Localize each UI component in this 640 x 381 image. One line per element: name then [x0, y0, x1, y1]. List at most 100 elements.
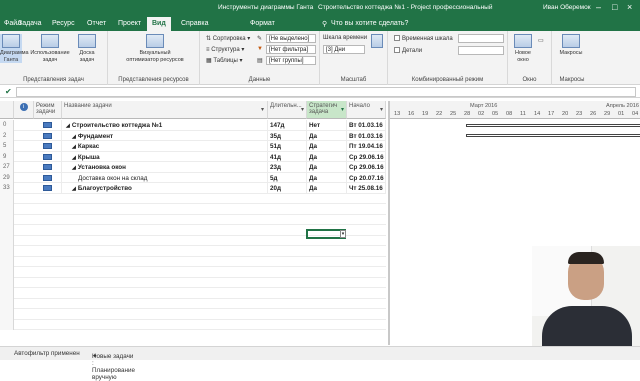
row-number[interactable]	[0, 193, 14, 204]
empty-row[interactable]	[14, 320, 386, 330]
filter-select[interactable]: [Нет фильтра]	[266, 45, 316, 54]
row-number[interactable]	[0, 246, 14, 257]
table-row[interactable]: Доставка окон на склад 5д Да Ср 20.07.16	[14, 172, 386, 183]
info-column-header[interactable]: i	[14, 101, 34, 119]
row-number[interactable]	[0, 288, 14, 299]
row-number[interactable]: 27	[0, 162, 14, 173]
empty-row[interactable]	[14, 278, 386, 288]
details-view-select[interactable]	[458, 46, 504, 55]
row-number[interactable]	[0, 214, 14, 225]
column-header-strategic[interactable]: Стратегич задача ▾	[307, 101, 347, 119]
tab-help[interactable]: Справка	[181, 20, 208, 27]
macros-button[interactable]: Макросы	[556, 34, 586, 57]
row-number[interactable]: 33	[0, 183, 14, 194]
gantt-summary-bar[interactable]	[466, 124, 640, 127]
dropdown-arrow-icon[interactable]: ▾	[261, 106, 264, 113]
table-row[interactable]: ◢ Благоустройство 20д Да Чт 25.08.16	[14, 183, 386, 194]
empty-row[interactable]	[14, 194, 386, 204]
row-number[interactable]	[0, 277, 14, 288]
row-number[interactable]	[0, 204, 14, 215]
table-row[interactable]: ◢ Фундамент 35д Да Вт 01.03.16	[14, 130, 386, 141]
maximize-icon[interactable]: □	[612, 2, 617, 12]
column-header-start[interactable]: Начало ▾	[347, 101, 386, 119]
task-mode-icon[interactable]	[34, 130, 62, 141]
column-header-duration[interactable]: Длительн... ▾	[268, 101, 307, 119]
empty-row[interactable]	[14, 309, 386, 320]
duration-cell[interactable]: 5д	[268, 172, 307, 183]
checkmark-icon[interactable]: ✔	[5, 87, 12, 96]
table-row[interactable]: ◢ Крыша 41д Да Ср 29.06.16	[14, 151, 386, 162]
column-header-mode[interactable]: Режим задачи	[34, 101, 62, 119]
tell-me-search[interactable]: Что вы хотите сделать?	[331, 20, 408, 27]
task-name-cell[interactable]: ◢ Каркас	[62, 141, 268, 152]
duration-cell[interactable]: 41д	[268, 151, 307, 162]
new-window-button[interactable]: Новое окно	[512, 34, 534, 63]
strategic-cell[interactable]: Да	[307, 130, 347, 141]
row-number[interactable]	[0, 298, 14, 309]
zoom-button[interactable]	[370, 34, 384, 50]
task-name-cell[interactable]: ◢ Крыша	[62, 151, 268, 162]
collapse-triangle-icon[interactable]: ◢	[72, 155, 76, 161]
task-mode-icon[interactable]	[34, 151, 62, 162]
tab-project[interactable]: Проект	[118, 20, 141, 27]
timescale-select[interactable]: [3] Дни	[323, 45, 365, 54]
strategic-cell[interactable]: Да	[307, 162, 347, 173]
task-name-cell[interactable]: ◢ Установка окон	[62, 162, 268, 173]
start-date-cell[interactable]: Чт 25.08.16	[347, 183, 386, 194]
collapse-triangle-icon[interactable]: ◢	[72, 134, 76, 140]
start-date-cell[interactable]: Ср 29.06.16	[347, 162, 386, 173]
gantt-summary-bar[interactable]	[466, 134, 640, 137]
task-mode-icon[interactable]	[34, 172, 62, 183]
strategic-cell[interactable]: Да	[307, 151, 347, 162]
start-date-cell[interactable]: Пт 19.04.16	[347, 141, 386, 152]
empty-row[interactable]	[14, 288, 386, 299]
table-row[interactable]: ◢ Строительство коттеджа №1 147д Нет Вт 01.0…	[14, 120, 386, 131]
task-mode-icon[interactable]	[34, 141, 62, 152]
strategic-cell[interactable]: Да	[307, 141, 347, 152]
tab-report[interactable]: Отчет	[87, 20, 106, 27]
duration-cell[interactable]: 147д	[268, 120, 307, 131]
empty-row[interactable]	[14, 246, 386, 257]
filter-icon[interactable]: ▾	[341, 106, 344, 113]
tab-task[interactable]: Задача	[18, 20, 42, 27]
gantt-chart-button[interactable]: Диаграмма Ганта	[0, 34, 29, 63]
tab-resource[interactable]: Ресурс	[52, 20, 75, 27]
task-name-cell[interactable]: ◢ Строительство коттеджа №1	[62, 120, 268, 131]
row-number[interactable]	[0, 225, 14, 236]
row-number[interactable]	[0, 235, 14, 246]
empty-row[interactable]	[14, 257, 386, 267]
dropdown-arrow-icon[interactable]: ▾	[380, 106, 383, 113]
collapse-triangle-icon[interactable]: ◢	[72, 165, 76, 171]
empty-row[interactable]	[14, 267, 386, 278]
tables-button[interactable]: ▦ Таблицы ▾	[206, 57, 243, 64]
row-number[interactable]	[0, 256, 14, 267]
empty-row[interactable]	[14, 215, 386, 225]
group-select[interactable]: [Нет группы]	[266, 56, 316, 65]
timeline-checkbox[interactable]: Временная шкала	[394, 35, 453, 42]
user-name[interactable]: Иван Оберемок	[543, 4, 591, 11]
duration-cell[interactable]: 23д	[268, 162, 307, 173]
collapse-triangle-icon[interactable]: ◢	[66, 123, 70, 129]
task-mode-icon[interactable]	[34, 120, 62, 131]
timeline-view-select[interactable]	[458, 34, 504, 43]
arrange-icon[interactable]: ▭	[538, 37, 544, 44]
strategic-cell[interactable]: Нет	[307, 120, 347, 131]
collapse-triangle-icon[interactable]: ◢	[72, 186, 76, 192]
duration-cell[interactable]: 20д	[268, 183, 307, 194]
table-row[interactable]: ◢ Каркас 51д Да Пт 19.04.16	[14, 141, 386, 152]
collapse-triangle-icon[interactable]: ◢	[72, 144, 76, 150]
tab-view[interactable]: Вид	[147, 17, 171, 31]
column-header-name[interactable]: Название задачи ▾	[62, 101, 268, 119]
highlight-select[interactable]: [Не выделено]	[266, 34, 316, 43]
details-checkbox[interactable]: Детали	[394, 47, 422, 54]
row-number[interactable]	[0, 267, 14, 278]
task-name-cell[interactable]: ◢ Фундамент	[62, 130, 268, 141]
row-number[interactable]: 9	[0, 151, 14, 162]
row-number[interactable]: 5	[0, 141, 14, 152]
sort-button[interactable]: ⇅ Сортировка ▾	[206, 35, 250, 42]
task-name-cell[interactable]: ◢ Благоустройство	[62, 183, 268, 194]
dropdown-arrow-icon[interactable]: ▾	[301, 106, 304, 113]
task-usage-button[interactable]: Использование задач	[30, 34, 70, 63]
table-row[interactable]: ◢ Установка окон 23д Да Ср 29.06.16	[14, 162, 386, 173]
visual-optimizer-button[interactable]: Визуальный оптимизатор ресурсов	[126, 34, 184, 63]
